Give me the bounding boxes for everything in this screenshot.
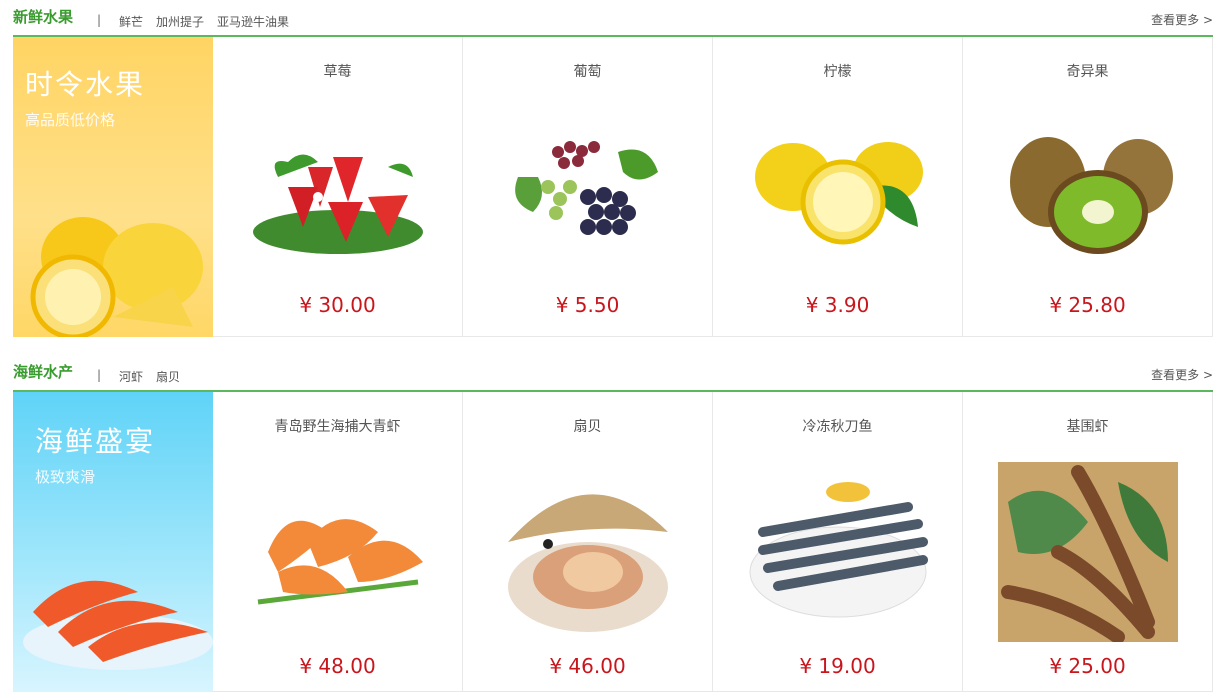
kiwi-image[interactable] (998, 117, 1178, 277)
prawn-image[interactable] (998, 462, 1178, 642)
view-more-link[interactable]: 查看更多 > (1151, 11, 1213, 28)
product-name[interactable]: 奇异果 (963, 61, 1212, 81)
product-price: ¥ 19.00 (799, 654, 876, 678)
divider: | (97, 368, 102, 382)
banner-title: 时令水果 (25, 68, 146, 101)
banner-title: 海鲜盛宴 (35, 425, 156, 458)
banner-subtitle: 极致爽滑 (35, 468, 96, 486)
product-name[interactable]: 基围虾 (963, 416, 1212, 436)
product-price: ¥ 25.80 (1049, 293, 1126, 317)
tag-link[interactable]: 亚马逊牛油果 (217, 13, 289, 30)
tag-link[interactable]: 加州提子 (156, 13, 204, 30)
divider: | (97, 13, 102, 27)
grapes-image[interactable] (498, 117, 678, 277)
saury-image[interactable] (748, 462, 928, 642)
tag-link[interactable]: 扇贝 (156, 368, 180, 385)
shrimp-banner-image (23, 580, 213, 670)
product-name[interactable]: 葡萄 (463, 61, 712, 81)
product-price: ¥ 5.50 (555, 293, 620, 317)
tag-link[interactable]: 河虾 (119, 368, 143, 385)
product-card[interactable]: 基围虾 ¥ 25.00 (963, 392, 1213, 692)
product-name[interactable]: 扇贝 (463, 416, 712, 436)
lemon-image[interactable] (748, 117, 928, 277)
promo-banner[interactable]: 海鲜盛宴 极致爽滑 (13, 392, 213, 692)
view-more-link[interactable]: 查看更多 > (1151, 366, 1213, 383)
section-title[interactable]: 新鲜水果 (13, 6, 73, 27)
scallop-image[interactable] (498, 462, 678, 642)
lemon-banner-image (30, 217, 203, 337)
section-title[interactable]: 海鲜水产 (13, 361, 73, 382)
product-name[interactable]: 青岛野生海捕大青虾 (213, 416, 462, 436)
product-price: ¥ 30.00 (299, 293, 376, 317)
product-price: ¥ 46.00 (549, 654, 626, 678)
product-card[interactable]: 柠檬 ¥ 3.90 (713, 37, 963, 337)
product-card[interactable]: 青岛野生海捕大青虾 ¥ 48.00 (213, 392, 463, 692)
product-name[interactable]: 冷冻秋刀鱼 (713, 416, 962, 436)
banner-subtitle: 高品质低价格 (25, 111, 116, 129)
promo-banner[interactable]: 时令水果 高品质低价格 (13, 37, 213, 337)
product-price: ¥ 3.90 (805, 293, 870, 317)
section-body: 时令水果 高品质低价格 草莓 ¥ 30.00 葡萄 ¥ 5.50 柠檬 ¥ 3.… (13, 37, 1213, 337)
tag-list: 鲜芒 加州提子 亚马逊牛油果 (119, 13, 289, 30)
product-card[interactable]: 葡萄 ¥ 5.50 (463, 37, 713, 337)
seafood-section: 海鲜水产 | 河虾 扇贝 查看更多 > 海鲜盛宴 极致爽滑 青岛野生海捕大青虾 (13, 355, 1213, 692)
section-body: 海鲜盛宴 极致爽滑 青岛野生海捕大青虾 ¥ 48.00 扇贝 ¥ 46.00 冷… (13, 392, 1213, 692)
tag-list: 河虾 扇贝 (119, 368, 180, 385)
product-name[interactable]: 草莓 (213, 61, 462, 81)
product-card[interactable]: 扇贝 ¥ 46.00 (463, 392, 713, 692)
product-card[interactable]: 奇异果 ¥ 25.80 (963, 37, 1213, 337)
product-card[interactable]: 草莓 ¥ 30.00 (213, 37, 463, 337)
shrimp-image[interactable] (248, 462, 428, 642)
fruit-section: 新鲜水果 | 鲜芒 加州提子 亚马逊牛油果 查看更多 > 时令水果 高品质低价格… (13, 0, 1213, 337)
tag-link[interactable]: 鲜芒 (119, 13, 143, 30)
product-price: ¥ 48.00 (299, 654, 376, 678)
product-card[interactable]: 冷冻秋刀鱼 ¥ 19.00 (713, 392, 963, 692)
product-name[interactable]: 柠檬 (713, 61, 962, 81)
section-header: 海鲜水产 | 河虾 扇贝 查看更多 > (13, 355, 1213, 392)
strawberry-image[interactable] (248, 117, 428, 277)
product-price: ¥ 25.00 (1049, 654, 1126, 678)
section-header: 新鲜水果 | 鲜芒 加州提子 亚马逊牛油果 查看更多 > (13, 0, 1213, 37)
